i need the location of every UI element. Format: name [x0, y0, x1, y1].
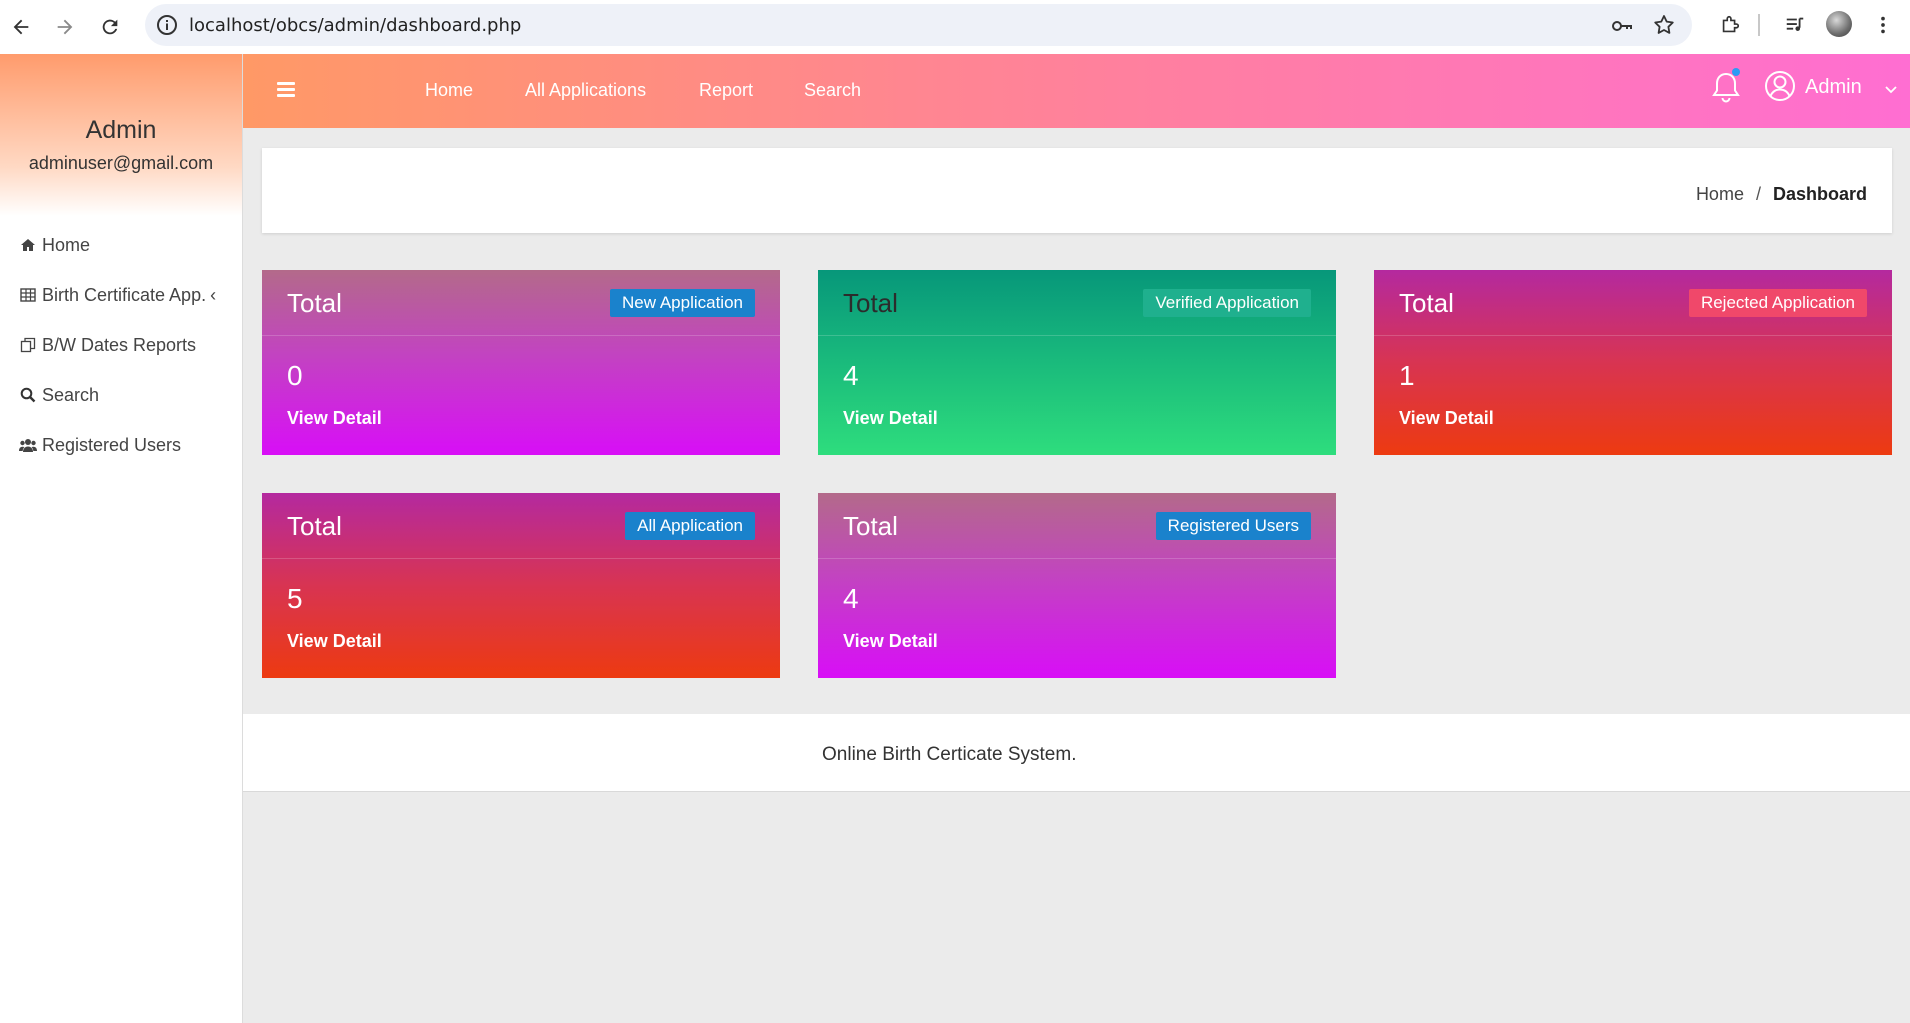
profile-email: adminuser@gmail.com — [28, 153, 214, 173]
view-detail-link[interactable]: View Detail — [287, 631, 382, 652]
site-info-icon[interactable] — [155, 13, 179, 37]
puzzle-icon — [1722, 15, 1740, 33]
user-circle-icon[interactable] — [1764, 70, 1796, 102]
arrow-right-icon — [57, 19, 73, 35]
top-navbar: Home All Applications Report Search Admi… — [243, 54, 1910, 128]
breadcrumb: Home / Dashboard — [1696, 184, 1867, 205]
sidebar-item-label: Home — [42, 234, 91, 255]
bookmark-star-icon[interactable] — [1652, 13, 1676, 37]
card-count: 4 — [843, 583, 859, 614]
table-icon — [18, 285, 38, 305]
card-rejected-application: Total Rejected Application 1 View Detail — [1374, 270, 1892, 455]
reload-button[interactable] — [95, 12, 125, 42]
nav-link-all-applications[interactable]: All Applications — [525, 80, 646, 101]
breadcrumb-separator: / — [1755, 184, 1761, 204]
page-footer: Online Birth Certicate System. — [243, 714, 1910, 792]
user-menu-name[interactable]: Admin — [1805, 76, 1862, 99]
card-badge: Verified Application — [1143, 289, 1311, 317]
key-icon[interactable] — [1610, 14, 1634, 38]
card-count: 5 — [287, 583, 303, 614]
notification-dot — [1732, 68, 1740, 76]
copy-icon — [18, 335, 38, 355]
chevron-left-icon: ‹ — [210, 284, 217, 305]
card-title: Total — [843, 511, 898, 541]
card-title: Total — [287, 288, 342, 318]
nav-link-report[interactable]: Report — [699, 80, 753, 101]
card-header: Total All Application — [262, 493, 780, 559]
breadcrumb-panel: Home / Dashboard — [262, 148, 1892, 233]
browser-toolbar: localhost/obcs/admin/dashboard.php — [0, 0, 1910, 54]
footer-text: Online Birth Certicate System. — [822, 744, 1077, 765]
card-badge: Registered Users — [1155, 512, 1311, 540]
card-registered-users: Total Registered Users 4 View Detail — [818, 493, 1336, 678]
sidebar-item-registered-users[interactable]: Registered Users — [0, 420, 242, 470]
sidebar-item-label: B/W Dates Reports — [42, 334, 197, 355]
toolbar-divider — [1758, 14, 1760, 36]
sidebar-profile: Admin adminuser@gmail.com — [0, 54, 242, 216]
card-title: Total — [287, 511, 342, 541]
home-icon — [18, 235, 38, 255]
sidebar-item-birth-certificate[interactable]: Birth Certificate App. ‹ — [0, 270, 242, 320]
card-all-application: Total All Application 5 View Detail — [262, 493, 780, 678]
card-title: Total — [843, 288, 898, 318]
view-detail-link[interactable]: View Detail — [1399, 408, 1494, 429]
card-header: Total Registered Users — [818, 493, 1336, 559]
url-text: localhost/obcs/admin/dashboard.php — [189, 15, 522, 36]
browser-menu-button[interactable] — [1868, 10, 1898, 40]
card-verified-application: Total Verified Application 4 View Detail — [818, 270, 1336, 455]
card-header: Total Rejected Application — [1374, 270, 1892, 336]
nav-link-search[interactable]: Search — [804, 80, 861, 101]
sidebar-item-home[interactable]: Home — [0, 220, 242, 270]
kebab-menu-icon — [1881, 16, 1885, 34]
sidebar: Admin adminuser@gmail.com Home Birth Cer… — [0, 54, 243, 1023]
card-badge: All Application — [625, 512, 755, 540]
browser-profile-avatar[interactable] — [1826, 11, 1852, 37]
view-detail-link[interactable]: View Detail — [287, 408, 382, 429]
card-header: Total Verified Application — [818, 270, 1336, 336]
chevron-down-icon[interactable] — [1883, 81, 1899, 97]
sidebar-item-bw-dates-reports[interactable]: B/W Dates Reports — [0, 320, 242, 370]
sidebar-item-search[interactable]: Search — [0, 370, 242, 420]
media-queue-icon — [1786, 17, 1804, 31]
card-title: Total — [1399, 288, 1454, 318]
reload-icon — [102, 19, 118, 35]
view-detail-link[interactable]: View Detail — [843, 631, 938, 652]
nav-link-home[interactable]: Home — [425, 80, 473, 101]
view-detail-link[interactable]: View Detail — [843, 408, 938, 429]
forward-button[interactable] — [50, 12, 80, 42]
profile-name: Admin — [85, 116, 157, 144]
card-new-application: Total New Application 0 View Detail — [262, 270, 780, 455]
media-button[interactable] — [1780, 10, 1810, 40]
sidebar-item-label: Birth Certificate App. — [42, 284, 207, 305]
card-header: Total New Application — [262, 270, 780, 336]
breadcrumb-current: Dashboard — [1772, 184, 1867, 204]
card-badge: New Application — [610, 289, 755, 317]
card-count: 4 — [843, 360, 859, 391]
card-badge: Rejected Application — [1688, 289, 1867, 317]
sidebar-menu: Home Birth Certificate App. ‹ B/W Dates … — [0, 220, 242, 470]
back-button[interactable] — [6, 12, 36, 42]
arrow-left-icon — [13, 19, 29, 35]
address-bar[interactable]: localhost/obcs/admin/dashboard.php — [145, 4, 1692, 46]
menu-toggle-icon[interactable] — [277, 82, 295, 98]
users-icon — [18, 435, 38, 455]
sidebar-item-label: Search — [42, 384, 100, 405]
extensions-button[interactable] — [1715, 10, 1745, 40]
card-count: 0 — [287, 360, 303, 391]
search-icon — [18, 385, 38, 405]
breadcrumb-home[interactable]: Home — [1696, 184, 1744, 204]
card-count: 1 — [1399, 360, 1415, 391]
sidebar-item-label: Registered Users — [42, 434, 182, 455]
